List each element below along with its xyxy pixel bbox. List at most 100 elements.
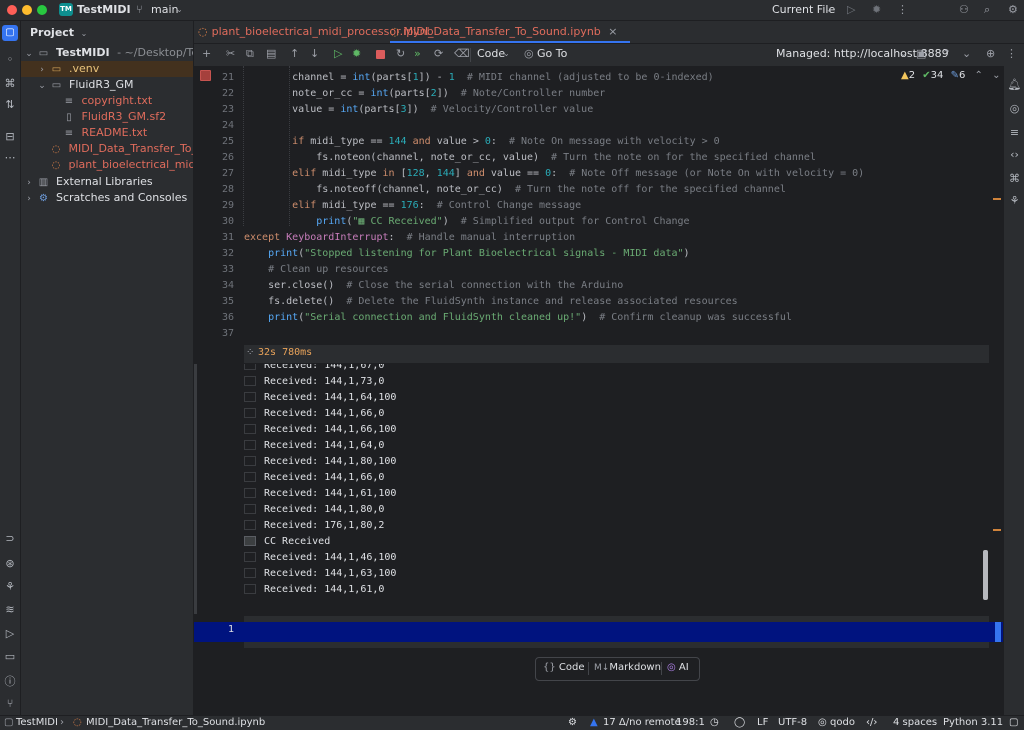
tree-item-readme[interactable]: ≡ README.txt <box>21 125 193 141</box>
code-line[interactable]: 37 <box>194 326 1003 342</box>
code-line[interactable]: 26 fs.noteon(channel, note_or_cc, value)… <box>194 150 1003 166</box>
tree-item-scratches[interactable]: › ⚙ Scratches and Consoles <box>21 190 193 206</box>
python-console-icon[interactable]: ⌘ <box>0 77 20 90</box>
structure-icon[interactable]: ⊟ <box>0 130 20 143</box>
code-line[interactable]: 23 value = int(parts[3]) # Velocity/Cont… <box>194 102 1003 118</box>
python-interpreter[interactable]: Python 3.11 <box>943 717 1003 728</box>
goto-button[interactable]: Go To <box>537 47 567 60</box>
add-markdown-cell-button[interactable]: M↓Markdown <box>594 662 661 673</box>
history-icon[interactable]: ◷ <box>710 717 719 728</box>
jupyter-icon[interactable]: ⚘ <box>0 580 20 593</box>
selected-cell[interactable]: 1 <box>194 622 1003 642</box>
ai-assistant-icon[interactable]: ◎ <box>1004 102 1024 115</box>
chevron-up-icon[interactable]: ⌃ <box>942 47 951 60</box>
copy-icon[interactable]: ⧉ <box>246 47 254 61</box>
code-line[interactable]: 34 ser.close() # Close the serial connec… <box>194 278 1003 294</box>
run-cell-icon[interactable]: ▷ <box>334 47 342 60</box>
lock-icon[interactable]: ◯ <box>734 717 745 728</box>
code-line[interactable]: 33 # Clean up resources <box>194 262 1003 278</box>
restart-kernel-icon[interactable]: ↻ <box>396 47 405 60</box>
code-line[interactable]: 32 print("Stopped listening for Plant Bi… <box>194 246 1003 262</box>
endpoints-icon[interactable]: ‹› <box>1004 148 1024 161</box>
add-user-icon[interactable]: ⚇ <box>959 3 969 16</box>
cell-type-select[interactable]: Code <box>477 47 505 60</box>
file-encoding[interactable]: UTF-8 <box>778 717 807 728</box>
code-line[interactable]: 27 elif midi_type in [128, 144] and valu… <box>194 166 1003 182</box>
pull-requests-icon[interactable]: ⇅ <box>0 98 20 111</box>
tree-root[interactable]: ⌄ ▭ TestMIDI - ~/Desktop/TestMI <box>21 45 193 61</box>
ai-cell-button[interactable]: ◎ AI <box>667 662 689 673</box>
search-icon[interactable]: ⌕ <box>984 3 990 17</box>
project-tool-button[interactable]: ▢ <box>2 25 18 41</box>
run-panel-icon[interactable]: ▷ <box>0 627 20 640</box>
indent-setting[interactable]: 4 spaces <box>893 717 937 728</box>
run-all-icon[interactable]: » <box>414 47 421 60</box>
qodo-widget[interactable]: qodo <box>830 717 855 728</box>
layers-icon[interactable]: ≋ <box>0 603 20 616</box>
code-line[interactable]: 29 elif midi_type == 176: # Control Chan… <box>194 198 1003 214</box>
variables-icon[interactable]: ▣ <box>916 47 926 60</box>
settings-gear-icon[interactable]: ⚙ <box>1008 3 1018 16</box>
minimize-window-button[interactable] <box>22 5 32 15</box>
tree-item-fluidr3-gm[interactable]: ⌄ ▭ FluidR3_GM <box>21 77 193 93</box>
chevron-up-icon[interactable]: ⌃ <box>975 70 983 81</box>
code-vision-icon[interactable]: ‹/› <box>866 717 877 728</box>
database-icon[interactable]: ≡ <box>1004 126 1024 139</box>
tree-item-plant-notebook[interactable]: ◌ plant_bioelectrical_midi_proc <box>21 157 193 173</box>
tree-item-copyright[interactable]: ≡ copyright.txt <box>21 93 193 109</box>
more-actions-icon[interactable]: ⋮ <box>897 3 908 16</box>
project-panel-title[interactable]: Project <box>30 26 74 39</box>
extension-icon[interactable]: ⚙ <box>568 717 577 728</box>
code-line[interactable]: 22 note_or_cc = int(parts[2]) # Note/Con… <box>194 86 1003 102</box>
cursor-position[interactable]: 198:1 <box>676 717 705 728</box>
code-line[interactable]: 30 print("▦ CC Received") # Simplified o… <box>194 214 1003 230</box>
chevron-down-icon[interactable]: ⌄ <box>962 47 971 60</box>
python-console-icon[interactable]: ⌘ <box>1004 172 1024 185</box>
tree-item-external-libraries[interactable]: › ▥ External Libraries <box>21 174 193 190</box>
breadcrumb-project[interactable]: TestMIDI <box>16 717 58 728</box>
cut-icon[interactable]: ✂ <box>226 47 235 60</box>
lock-status-icon[interactable]: ▢ <box>1009 717 1018 728</box>
tree-item-venv[interactable]: › ▭ .venv <box>21 61 193 77</box>
notifications-icon[interactable]: 🔔︎ <box>1004 78 1024 91</box>
notebook-editor[interactable]: 21 channel = int(parts[1]) - 1 # MIDI ch… <box>194 66 1003 715</box>
jupyter-variables-icon[interactable]: ⚘ <box>1004 194 1024 207</box>
tab-midi-notebook[interactable]: ◌ MIDI_Data_Transfer_To_Sound.ipynb × <box>390 21 630 43</box>
chevron-down-icon[interactable]: ⌄ <box>992 70 1000 81</box>
add-code-cell-button[interactable]: {} Code <box>543 662 585 673</box>
vcs-status[interactable]: 17 Δ/no remote <box>603 717 681 728</box>
problems-icon[interactable]: ⓘ <box>0 673 20 689</box>
restart-run-all-icon[interactable]: ⟳ <box>434 47 443 60</box>
move-up-icon[interactable]: ↑ <box>290 47 299 60</box>
move-down-icon[interactable]: ↓ <box>310 47 319 60</box>
code-line[interactable]: 25 if midi_type == 144 and value > 0: # … <box>194 134 1003 150</box>
git-icon[interactable]: ⑂ <box>0 697 20 710</box>
branch-switcher[interactable]: main <box>151 3 178 16</box>
inspection-widget[interactable]: ▲2 ✔34 ✎6 ⌃ ⌄ <box>901 70 1001 81</box>
code-line[interactable]: 28 fs.noteoff(channel, note_or_cc) # Tur… <box>194 182 1003 198</box>
close-tab-icon[interactable]: × <box>608 25 617 38</box>
code-line[interactable]: 24 <box>194 118 1003 134</box>
add-cell-icon[interactable]: + <box>202 47 211 60</box>
code-line[interactable]: 35 fs.delete() # Delete the FluidSynth i… <box>194 294 1003 310</box>
tree-item-sf2[interactable]: ▯ FluidR3_GM.sf2 <box>21 109 193 125</box>
commit-icon[interactable]: ◦ <box>0 53 20 66</box>
cell-output[interactable]: Received: 144,1,67,0 Received: 144,1,73,0… <box>194 364 984 604</box>
line-separator[interactable]: LF <box>757 717 768 728</box>
code-line[interactable]: 31 except KeyboardInterrupt: # Handle man… <box>194 230 1003 246</box>
more-tools-icon[interactable]: ⋯ <box>0 151 20 164</box>
debug-icon[interactable]: ✹ <box>872 3 881 16</box>
maximize-window-button[interactable] <box>37 5 47 15</box>
tree-item-midi-notebook[interactable]: ◌ MIDI_Data_Transfer_To_Sou <box>21 141 193 157</box>
output-scrollbar-thumb[interactable] <box>983 550 988 600</box>
paste-icon[interactable]: ▤ <box>266 47 276 60</box>
debug-cell-icon[interactable]: ✹ <box>352 47 361 60</box>
close-window-button[interactable] <box>7 5 17 15</box>
interrupt-kernel-icon[interactable] <box>376 50 385 59</box>
more-icon[interactable]: ⋮ <box>1006 47 1017 60</box>
code-line[interactable]: 21 channel = int(parts[1]) - 1 # MIDI ch… <box>194 70 1003 86</box>
python-packages-icon[interactable]: ⊃ <box>0 532 20 545</box>
breadcrumb-file[interactable]: MIDI_Data_Transfer_To_Sound.ipynb <box>86 717 265 728</box>
globe-icon[interactable]: ⊕ <box>986 47 995 60</box>
run-icon[interactable]: ▷ <box>847 3 855 16</box>
